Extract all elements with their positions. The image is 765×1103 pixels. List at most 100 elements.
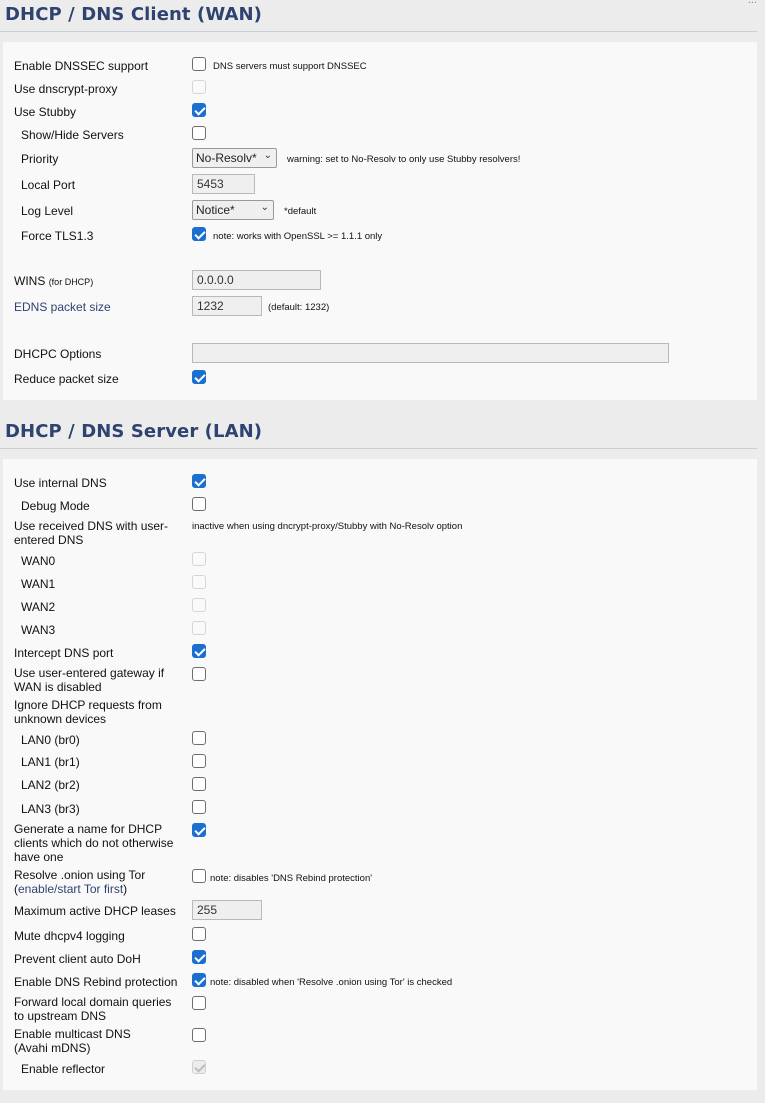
lan0-label: LAN0 (br0): [21, 733, 80, 747]
gateway-checkbox[interactable]: [192, 667, 206, 681]
force-tls-note: note: works with OpenSSL >= 1.1.1 only: [213, 231, 383, 242]
wan2-label: WAN2: [21, 600, 56, 614]
priority-note: warning: set to No-Resolv to only use St…: [287, 154, 521, 165]
multicast-label: Enable multicast DNS (Avahi mDNS): [14, 1027, 131, 1055]
gateway-label-line1: Use user-entered gateway if: [14, 666, 165, 680]
ignore-dhcp-label: Ignore DHCP requests from unknown device…: [14, 698, 162, 726]
lan1-label: LAN1 (br1): [21, 755, 80, 769]
lan3-checkbox[interactable]: [192, 800, 206, 814]
priority-select-value: No-Resolv*: [196, 151, 257, 165]
multicast-label-line2: (Avahi mDNS): [14, 1041, 91, 1055]
lan1-checkbox[interactable]: [192, 754, 206, 768]
dnscrypt-label: Use dnscrypt-proxy: [14, 82, 118, 96]
intercept-label: Intercept DNS port: [14, 646, 114, 660]
lan2-label: LAN2 (br2): [21, 778, 80, 792]
dnscrypt-checkbox[interactable]: [192, 80, 206, 94]
mute-dhcpv4-label: Mute dhcpv4 logging: [14, 929, 125, 943]
local-port-label: Local Port: [21, 178, 76, 192]
chevron-down-icon: ⌄: [260, 202, 269, 213]
prevent-doh-checkbox[interactable]: [192, 950, 206, 964]
log-level-select[interactable]: Notice* ⌄: [192, 200, 274, 220]
wan0-checkbox[interactable]: [192, 552, 206, 566]
showhide-checkbox[interactable]: [192, 126, 206, 140]
generate-name-label-line3: have one: [14, 850, 64, 864]
wins-label: WINS (for DHCP): [14, 274, 93, 289]
stubby-checkbox[interactable]: [192, 103, 206, 117]
generate-name-label-line1: Generate a name for DHCP: [14, 822, 163, 836]
dhcpc-options-input[interactable]: [192, 343, 669, 363]
force-tls-checkbox[interactable]: [192, 227, 206, 241]
wins-label-text: WINS: [14, 274, 46, 288]
lan2-checkbox[interactable]: [192, 777, 206, 791]
onion-checkbox[interactable]: [192, 869, 206, 883]
forward-local-label-line2: to upstream DNS: [14, 1009, 107, 1023]
showhide-label: Show/Hide Servers: [21, 128, 124, 142]
edns-input[interactable]: 1232: [192, 296, 262, 316]
priority-select[interactable]: No-Resolv* ⌄: [192, 148, 277, 168]
priority-label: Priority: [21, 152, 59, 166]
wins-input[interactable]: 0.0.0.0: [192, 270, 321, 290]
lan-section-header: DHCP / DNS Server (LAN): [0, 417, 757, 449]
enable-tor-link[interactable]: enable/start Tor first: [18, 882, 123, 896]
reduce-packet-label: Reduce packet size: [14, 372, 119, 386]
wan1-checkbox[interactable]: [192, 575, 206, 589]
onion-label: Resolve .onion using Tor (enable/start T…: [14, 868, 146, 896]
internal-dns-label: Use internal DNS: [14, 476, 107, 490]
received-dns-label-line1: Use received DNS with user-: [14, 519, 169, 533]
generate-name-label-line2: clients which do not otherwise: [14, 836, 174, 850]
reflector-label: Enable reflector: [21, 1062, 106, 1076]
wan-section-title: DHCP / DNS Client (WAN): [5, 4, 262, 25]
gateway-label: Use user-entered gateway if WAN is disab…: [14, 666, 164, 694]
wan2-checkbox[interactable]: [192, 598, 206, 612]
wan3-checkbox[interactable]: [192, 621, 206, 635]
log-level-label: Log Level: [21, 204, 74, 218]
force-tls-label: Force TLS1.3: [21, 229, 94, 243]
rebind-note: note: disabled when 'Resolve .onion usin…: [210, 977, 453, 988]
dnssec-checkbox[interactable]: [192, 57, 206, 71]
intercept-checkbox[interactable]: [192, 644, 206, 658]
dhcpc-options-label: DHCPC Options: [14, 347, 102, 361]
stubby-label: Use Stubby: [14, 105, 77, 119]
ignore-dhcp-label-line1: Ignore DHCP requests from: [14, 698, 162, 712]
log-level-note: *default: [284, 206, 317, 217]
wan1-label: WAN1: [21, 577, 56, 591]
reflector-checkbox[interactable]: [192, 1060, 206, 1074]
edns-note: (default: 1232): [268, 302, 330, 313]
mute-dhcpv4-checkbox[interactable]: [192, 927, 206, 941]
internal-dns-checkbox[interactable]: [192, 474, 206, 488]
ignore-dhcp-label-line2: unknown devices: [14, 712, 107, 726]
wan3-label: WAN3: [21, 623, 56, 637]
dnssec-note: DNS servers must support DNSSEC: [213, 61, 367, 72]
rebind-checkbox[interactable]: [192, 973, 206, 987]
wan0-label: WAN0: [21, 554, 56, 568]
generate-name-checkbox[interactable]: [192, 823, 206, 837]
received-dns-label: Use received DNS with user- entered DNS: [14, 519, 168, 547]
onion-label-line1: Resolve .onion using Tor: [14, 868, 146, 882]
received-dns-note: inactive when using dncrypt-proxy/Stubby…: [192, 521, 463, 532]
multicast-label-line1: Enable multicast DNS: [14, 1027, 131, 1041]
multicast-checkbox[interactable]: [192, 1028, 206, 1042]
wan-section-header: DHCP / DNS Client (WAN): [0, 0, 757, 32]
gateway-label-line2: WAN is disabled: [14, 680, 102, 694]
reduce-packet-checkbox[interactable]: [192, 370, 206, 384]
chevron-down-icon: ⌄: [263, 150, 272, 161]
edns-label: EDNS packet size: [14, 300, 111, 314]
local-port-input[interactable]: 5453: [192, 174, 255, 194]
generate-name-label: Generate a name for DHCP clients which d…: [14, 822, 173, 864]
lan0-checkbox[interactable]: [192, 731, 206, 745]
wins-label-small: (for DHCP): [48, 277, 94, 287]
forward-local-checkbox[interactable]: [192, 996, 206, 1010]
log-level-select-value: Notice*: [196, 203, 235, 217]
max-leases-input[interactable]: 255: [192, 900, 262, 920]
max-leases-label: Maximum active DHCP leases: [14, 904, 176, 918]
forward-local-label-line1: Forward local domain queries: [14, 995, 172, 1009]
lan3-label: LAN3 (br3): [21, 802, 80, 816]
debug-mode-label: Debug Mode: [21, 499, 90, 513]
received-dns-label-line2: entered DNS: [14, 533, 84, 547]
prevent-doh-label: Prevent client auto DoH: [14, 952, 141, 966]
dnssec-label: Enable DNSSEC support: [14, 59, 149, 73]
debug-mode-checkbox[interactable]: [192, 497, 206, 511]
lan-section-title: DHCP / DNS Server (LAN): [5, 421, 263, 442]
onion-note: note: disables 'DNS Rebind protection': [210, 873, 373, 884]
rebind-label: Enable DNS Rebind protection: [14, 975, 178, 989]
